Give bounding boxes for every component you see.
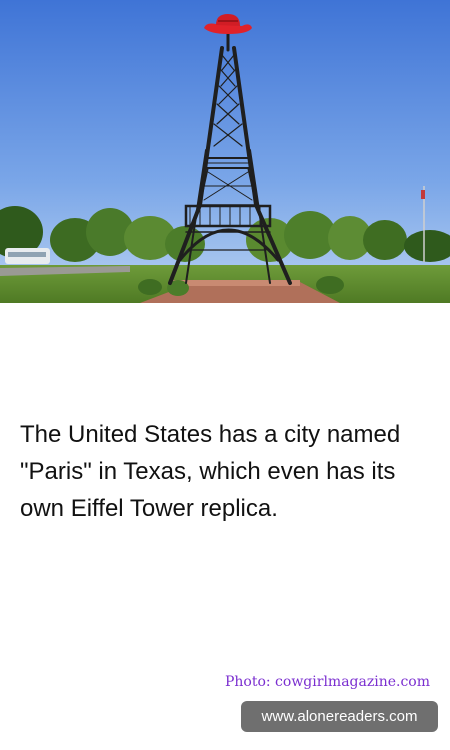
flag [421,190,425,199]
site-watermark: www.alonereaders.com [241,701,438,732]
fact-text: The United States has a city named "Pari… [20,421,401,522]
photo-credit: Photo: cowgirlmagazine.com [224,674,430,690]
header-photo [0,0,450,303]
